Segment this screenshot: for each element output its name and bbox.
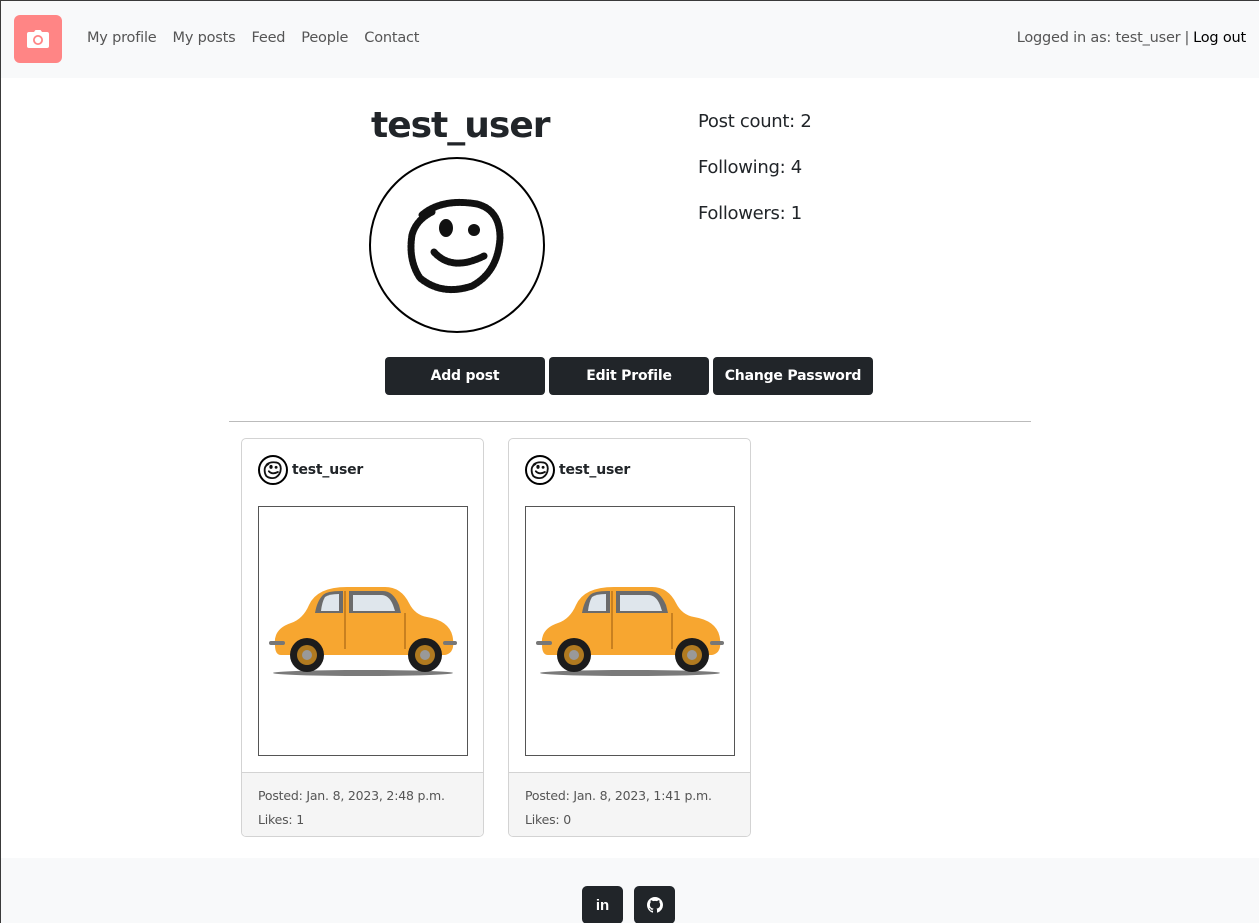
nav-user-area: Logged in as: test_user | Log out — [1017, 30, 1246, 46]
post-card[interactable]: test_user Posted: Jan. 8, 2023, 2:48 p.m… — [241, 438, 484, 837]
add-post-button[interactable]: Add post — [385, 357, 545, 395]
divider — [229, 421, 1031, 422]
smiley-face-icon — [263, 461, 282, 480]
github-button[interactable] — [634, 886, 675, 923]
post-date: Posted: Jan. 8, 2023, 2:48 p.m. — [258, 788, 445, 803]
profile-username: test_user — [371, 105, 551, 146]
nav-links: My profile My posts Feed People Contact — [87, 30, 435, 46]
following-count[interactable]: Following: 4 — [698, 157, 812, 179]
nav-separator: | — [1184, 30, 1190, 46]
logout-link[interactable]: Log out — [1193, 30, 1246, 46]
post-count: Post count: 2 — [698, 111, 812, 132]
post-author[interactable]: test_user — [292, 462, 363, 478]
post-author[interactable]: test_user — [559, 462, 630, 478]
edit-profile-button[interactable]: Edit Profile — [549, 357, 709, 395]
camera-icon — [27, 30, 49, 48]
profile-stats: Post count: 2 Following: 4 Followers: 1 — [698, 111, 812, 249]
nav-link-my-posts[interactable]: My posts — [173, 30, 236, 46]
profile-avatar — [369, 157, 545, 333]
nav-link-my-profile[interactable]: My profile — [87, 30, 157, 46]
linkedin-button[interactable]: in — [582, 886, 623, 923]
smiley-face-icon — [530, 461, 549, 480]
nav-link-feed[interactable]: Feed — [252, 30, 286, 46]
footer: in — [1, 858, 1259, 923]
nav-link-people[interactable]: People — [301, 30, 348, 46]
logged-in-text: Logged in as: test_user — [1016, 30, 1181, 46]
post-likes: Likes: 0 — [525, 812, 571, 827]
github-icon — [646, 897, 663, 913]
yellow-car-icon — [269, 587, 457, 676]
nav-link-contact[interactable]: Contact — [364, 30, 419, 46]
author-avatar[interactable] — [525, 455, 555, 485]
post-footer: Posted: Jan. 8, 2023, 2:48 p.m. Likes: 1 — [242, 772, 483, 836]
brand-logo[interactable] — [14, 15, 62, 63]
post-image[interactable] — [525, 506, 735, 756]
author-avatar[interactable] — [258, 455, 288, 485]
yellow-car-icon — [536, 587, 724, 676]
smiley-face-icon — [407, 198, 504, 294]
post-card[interactable]: test_user Posted: Jan. 8, 2023, 1:41 p.m… — [508, 438, 751, 837]
navbar: My profile My posts Feed People Contact … — [1, 1, 1259, 78]
followers-count[interactable]: Followers: 1 — [698, 203, 812, 225]
post-date: Posted: Jan. 8, 2023, 1:41 p.m. — [525, 788, 712, 803]
change-password-button[interactable]: Change Password — [713, 357, 873, 395]
post-image[interactable] — [258, 506, 468, 756]
post-likes: Likes: 1 — [258, 812, 304, 827]
post-footer: Posted: Jan. 8, 2023, 1:41 p.m. Likes: 0 — [509, 772, 750, 836]
post-header: test_user — [525, 455, 630, 485]
profile-actions: Add post Edit Profile Change Password — [385, 357, 873, 395]
post-header: test_user — [258, 455, 363, 485]
linkedin-icon: in — [595, 896, 610, 914]
